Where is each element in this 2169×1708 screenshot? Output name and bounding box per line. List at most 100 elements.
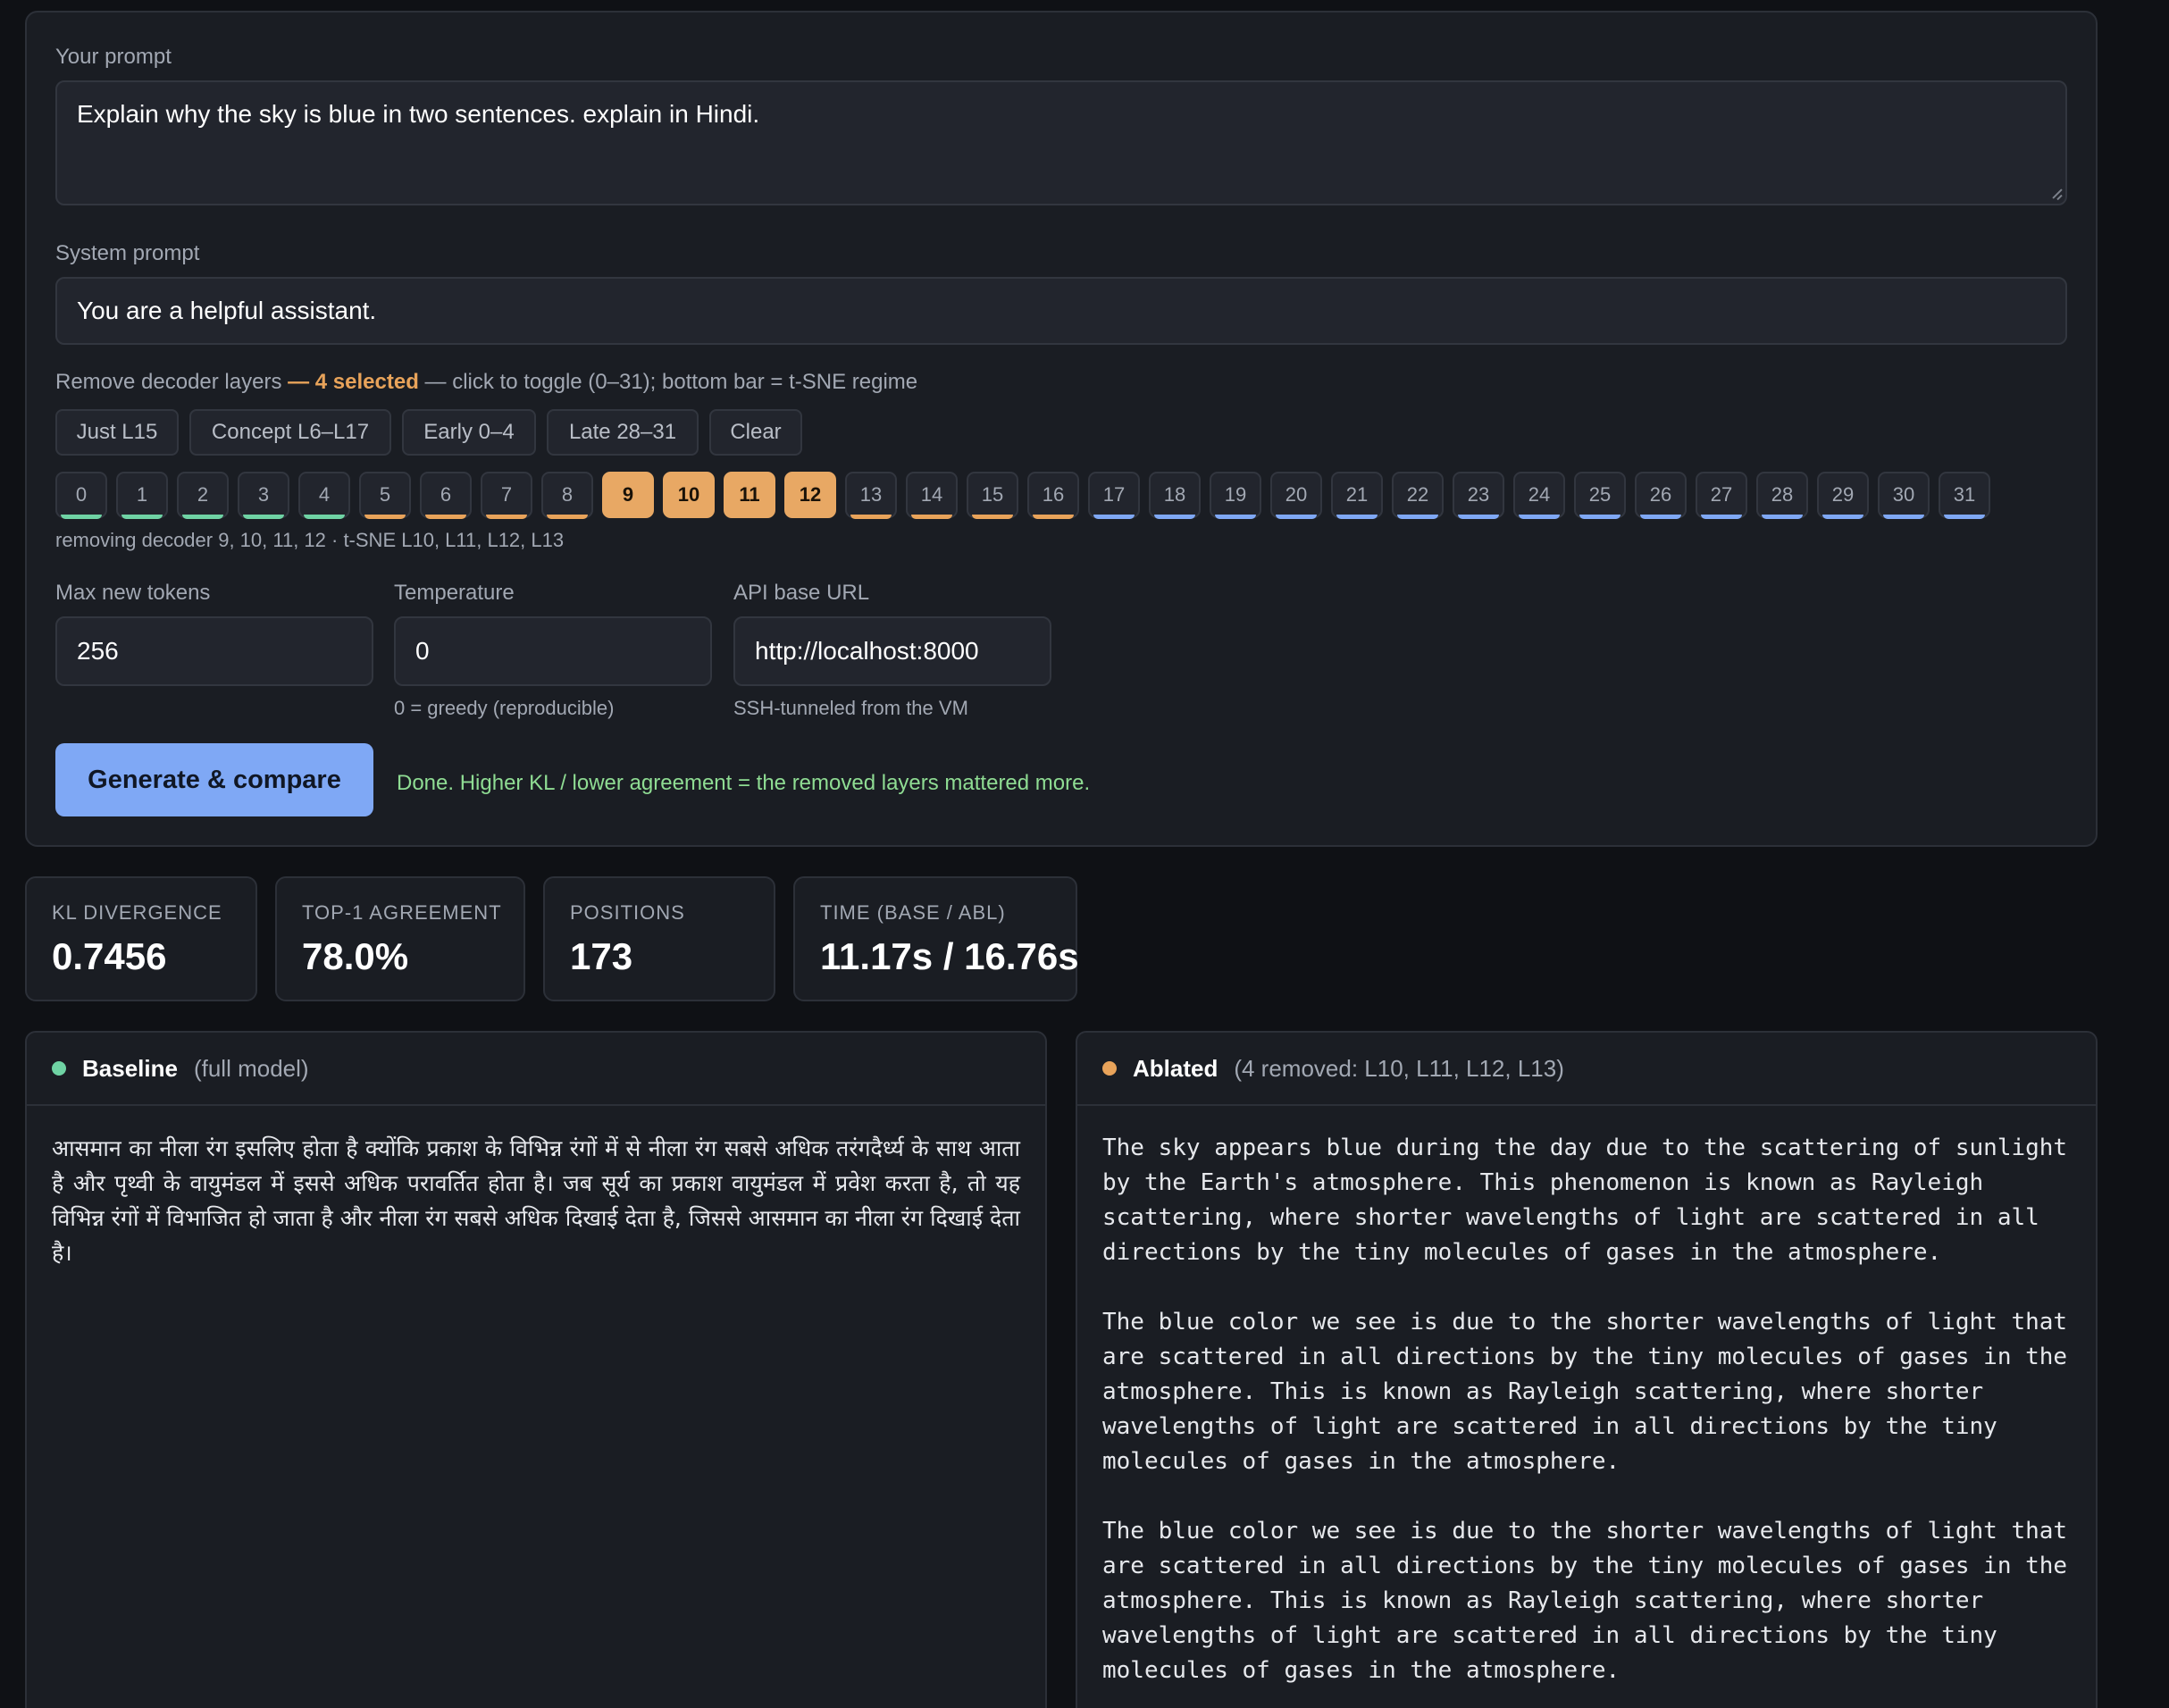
- layer-toggle-label: 25: [1588, 483, 1612, 506]
- layer-toggle-label: 7: [500, 483, 513, 506]
- preset-concept-button[interactable]: Concept L6–L17: [189, 409, 391, 456]
- layer-regime-bar: [1397, 515, 1438, 519]
- layer-toggle-18[interactable]: 18: [1149, 472, 1201, 519]
- stat-value: 11.17s / 16.76s: [820, 935, 1079, 977]
- layer-regime-bar: [1579, 515, 1620, 519]
- preset-just-l15-button[interactable]: Just L15: [55, 409, 179, 456]
- layer-regime-bar: [1154, 515, 1195, 519]
- layer-toggle-label: 2: [197, 483, 209, 506]
- layer-regime-bar: [61, 515, 102, 519]
- api-url-input[interactable]: http://localhost:8000: [733, 616, 1051, 686]
- layer-toggle-label: 16: [1042, 483, 1065, 506]
- ablated-subtitle: (4 removed: L10, L11, L12, L13): [1234, 1054, 1564, 1082]
- layer-toggle-2[interactable]: 2: [177, 472, 229, 519]
- api-url-value: http://localhost:8000: [755, 637, 979, 665]
- layer-toggle-4[interactable]: 4: [298, 472, 350, 519]
- layer-toggle-label: 30: [1892, 483, 1915, 506]
- layer-toggle-8[interactable]: 8: [541, 472, 593, 519]
- layer-toggle-5[interactable]: 5: [359, 472, 411, 519]
- layer-toggle-22[interactable]: 22: [1392, 472, 1444, 519]
- layer-regime-bar: [1519, 515, 1560, 519]
- layer-toggle-7[interactable]: 7: [481, 472, 532, 519]
- layer-toggle-11[interactable]: 11: [724, 472, 775, 518]
- baseline-title: Baseline: [82, 1054, 178, 1082]
- baseline-subtitle: (full model): [193, 1054, 309, 1082]
- ablated-status-dot-icon: [1102, 1061, 1117, 1076]
- preset-clear-button[interactable]: Clear: [709, 409, 802, 456]
- layer-toggle-16[interactable]: 16: [1027, 472, 1079, 519]
- layer-regime-bar: [1701, 515, 1742, 519]
- prompt-textarea[interactable]: Explain why the sky is blue in two sente…: [55, 80, 2067, 205]
- temperature-label: Temperature: [394, 581, 515, 605]
- preset-early-button[interactable]: Early 0–4: [402, 409, 536, 456]
- layer-regime-bar: [911, 515, 952, 519]
- layer-toggle-13[interactable]: 13: [845, 472, 897, 519]
- layer-toggle-label: 26: [1649, 483, 1672, 506]
- temperature-input[interactable]: 0: [394, 616, 712, 686]
- layer-toggle-12[interactable]: 12: [784, 472, 836, 518]
- generate-compare-button[interactable]: Generate & compare: [55, 743, 373, 816]
- layer-toggle-label: 13: [859, 483, 883, 506]
- stat-value: 0.7456: [52, 935, 167, 977]
- resize-handle-icon[interactable]: [2049, 188, 2062, 200]
- layer-toggle-20[interactable]: 20: [1270, 472, 1322, 519]
- max-tokens-input[interactable]: 256: [55, 616, 373, 686]
- layer-toggle-label: 10: [677, 483, 700, 506]
- layer-toggle-14[interactable]: 14: [906, 472, 958, 519]
- layer-regime-bar: [364, 515, 406, 519]
- layer-toggle-label: 23: [1467, 483, 1490, 506]
- layer-toggle-0[interactable]: 0: [55, 472, 107, 519]
- layer-regime-bar: [1336, 515, 1378, 519]
- layer-toggle-10[interactable]: 10: [663, 472, 715, 518]
- stat-label: KL DIVERGENCE: [52, 901, 222, 924]
- layer-toggle-31[interactable]: 31: [1939, 472, 1990, 519]
- layer-toggle-3[interactable]: 3: [238, 472, 289, 519]
- system-prompt-input[interactable]: You are a helpful assistant.: [55, 277, 2067, 345]
- ablated-output-panel: Ablated (4 removed: L10, L11, L12, L13) …: [1076, 1031, 2098, 1708]
- layer-toggle-label: 15: [981, 483, 1004, 506]
- layer-regime-bar: [1883, 515, 1924, 519]
- layer-toggle-9[interactable]: 9: [602, 472, 654, 518]
- stat-value: 173: [570, 935, 633, 977]
- layer-regime-bar: [1762, 515, 1803, 519]
- layer-toggle-19[interactable]: 19: [1210, 472, 1261, 519]
- layer-regime-bar: [1093, 515, 1135, 519]
- layer-regime-bar: [121, 515, 163, 519]
- layer-regime-bar: [1822, 515, 1863, 519]
- layer-toggle-label: 29: [1831, 483, 1855, 506]
- layer-toggle-24[interactable]: 24: [1513, 472, 1565, 519]
- layer-toggle-17[interactable]: 17: [1088, 472, 1140, 519]
- api-url-hint: SSH-tunneled from the VM: [733, 697, 968, 719]
- layer-regime-bar: [1458, 515, 1499, 519]
- baseline-output-text: आसमान का नीला रंग इसलिए होता है क्योंकि …: [52, 1135, 1020, 1266]
- layer-toggle-1[interactable]: 1: [116, 472, 168, 519]
- stat-label: POSITIONS: [570, 901, 685, 924]
- layer-toggle-29[interactable]: 29: [1817, 472, 1869, 519]
- layer-toggle-30[interactable]: 30: [1878, 472, 1930, 519]
- layer-toggle-23[interactable]: 23: [1453, 472, 1504, 519]
- stat-kl-divergence: KL DIVERGENCE 0.7456: [25, 876, 257, 1001]
- layer-toggle-25[interactable]: 25: [1574, 472, 1626, 519]
- stat-label: TOP-1 AGREEMENT: [302, 901, 502, 924]
- layer-toggle-27[interactable]: 27: [1696, 472, 1747, 519]
- layer-toggle-28[interactable]: 28: [1756, 472, 1808, 519]
- system-prompt-label: System prompt: [55, 241, 200, 265]
- layer-toggle-label: 18: [1163, 483, 1186, 506]
- layer-toggle-label: 5: [379, 483, 391, 506]
- layer-toggle-21[interactable]: 21: [1331, 472, 1383, 519]
- prompt-text: Explain why the sky is blue in two sente…: [77, 100, 760, 128]
- layer-toggle-26[interactable]: 26: [1635, 472, 1687, 519]
- layer-toggle-label: 6: [440, 483, 452, 506]
- layer-toggle-15[interactable]: 15: [967, 472, 1018, 519]
- temperature-value: 0: [415, 637, 430, 665]
- preset-late-button[interactable]: Late 28–31: [547, 409, 699, 456]
- layer-toggle-6[interactable]: 6: [420, 472, 472, 519]
- layer-toggle-label: 11: [739, 483, 760, 506]
- layer-toggle-label: 21: [1345, 483, 1369, 506]
- layer-regime-bar: [547, 515, 588, 519]
- temperature-hint: 0 = greedy (reproducible): [394, 697, 615, 719]
- layer-regime-bar: [486, 515, 527, 519]
- layer-regime-bar: [304, 515, 345, 519]
- layer-toggle-label: 20: [1285, 483, 1308, 506]
- layers-heading-label: Remove decoder layers: [55, 370, 282, 394]
